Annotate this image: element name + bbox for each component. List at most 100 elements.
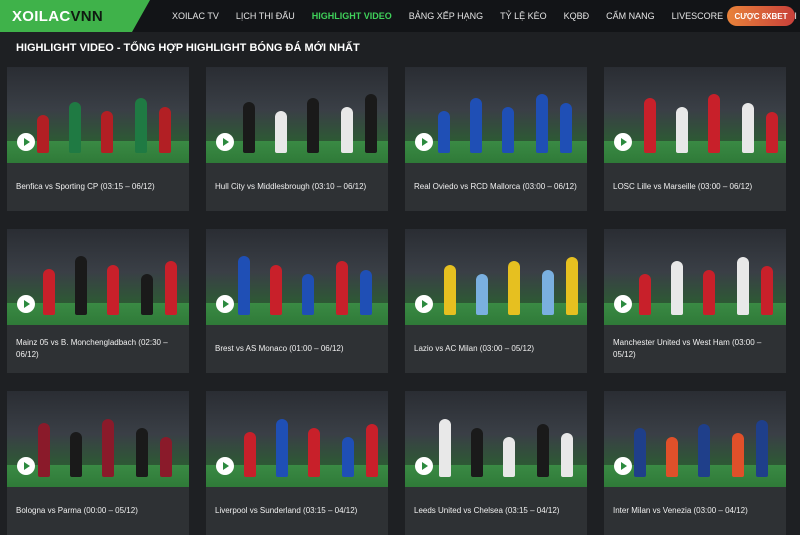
player-figure [244,432,256,477]
player-figure [275,111,287,153]
play-icon[interactable] [415,457,433,475]
play-icon[interactable] [415,133,433,151]
player-figure [365,94,377,153]
player-figure [107,265,119,315]
player-figure [307,98,319,153]
video-title[interactable]: Benfica vs Sporting CP (03:15 – 06/12) [16,163,181,211]
video-card[interactable]: Brest vs AS Monaco (01:00 – 06/12) [206,229,388,373]
play-icon[interactable] [216,457,234,475]
player-figure [238,256,250,315]
player-figure [644,98,656,153]
player-figure [165,261,177,315]
logo-text-secondary: VNN [70,7,104,25]
video-title[interactable]: Mainz 05 vs B. Monchengladbach (02:30 – … [16,325,181,373]
video-title[interactable]: LOSC Lille vs Marseille (03:00 – 06/12) [613,163,778,211]
video-title[interactable]: Hull City vs Middlesbrough (03:10 – 06/1… [215,163,380,211]
player-figure [135,98,147,153]
player-figure [243,102,255,153]
play-icon[interactable] [17,133,35,151]
video-thumbnail[interactable] [405,67,587,163]
player-figure [761,266,773,315]
nav-item[interactable]: BẢNG XẾP HẠNG [409,11,483,21]
video-thumbnail[interactable] [206,391,388,487]
nav-item[interactable]: LIVESCORE [672,11,724,21]
video-card[interactable]: Leeds United vs Chelsea (03:15 – 04/12) [405,391,587,535]
video-card[interactable]: Liverpool vs Sunderland (03:15 – 04/12) [206,391,388,535]
player-figure [366,424,378,477]
video-thumbnail[interactable] [7,391,189,487]
player-figure [438,111,450,153]
player-figure [276,419,288,477]
video-title[interactable]: Manchester United vs West Ham (03:00 – 0… [613,325,778,373]
player-figure [102,419,114,477]
video-title[interactable]: Inter Milan vs Venezia (03:00 – 04/12) [613,487,778,535]
nav-item[interactable]: TỶ LỆ KÈO [500,11,547,21]
player-figure [737,257,749,315]
video-card[interactable]: LOSC Lille vs Marseille (03:00 – 06/12) [604,67,786,211]
player-figure [439,419,451,477]
video-card[interactable]: Real Oviedo vs RCD Mallorca (03:00 – 06/… [405,67,587,211]
player-figure [75,256,87,315]
player-figure [537,424,549,477]
play-icon[interactable] [614,457,632,475]
player-figure [302,274,314,315]
video-card[interactable]: Hull City vs Middlesbrough (03:10 – 06/1… [206,67,388,211]
player-figure [471,428,483,477]
video-thumbnail[interactable] [7,67,189,163]
play-icon[interactable] [216,295,234,313]
play-icon[interactable] [216,133,234,151]
nav-item[interactable]: LỊCH THI ĐẤU [236,11,295,21]
play-icon[interactable] [614,133,632,151]
video-card[interactable]: Benfica vs Sporting CP (03:15 – 06/12) [7,67,189,211]
player-figure [37,115,49,153]
video-title[interactable]: Lazio vs AC Milan (03:00 – 05/12) [414,325,579,373]
player-figure [742,103,754,153]
player-figure [676,107,688,153]
player-figure [561,433,573,477]
video-thumbnail[interactable] [405,391,587,487]
video-thumbnail[interactable] [604,391,786,487]
video-card[interactable]: Mainz 05 vs B. Monchengladbach (02:30 – … [7,229,189,373]
nav-item[interactable]: CẨM NANG [606,11,655,21]
player-figure [476,274,488,315]
video-card[interactable]: Inter Milan vs Venezia (03:00 – 04/12) [604,391,786,535]
video-title[interactable]: Bologna vs Parma (00:00 – 05/12) [16,487,181,535]
video-card[interactable]: Manchester United vs West Ham (03:00 – 0… [604,229,786,373]
player-figure [70,432,82,477]
video-thumbnail[interactable] [405,229,587,325]
video-thumbnail[interactable] [206,67,388,163]
player-figure [708,94,720,153]
player-figure [566,257,578,315]
video-card[interactable]: Bologna vs Parma (00:00 – 05/12) [7,391,189,535]
player-figure [101,111,113,153]
player-figure [38,423,50,477]
player-figure [336,261,348,315]
site-logo[interactable]: XOILAC VNN [0,0,150,32]
video-title[interactable]: Liverpool vs Sunderland (03:15 – 04/12) [215,487,380,535]
video-thumbnail[interactable] [604,229,786,325]
player-figure [160,437,172,477]
play-icon[interactable] [17,295,35,313]
nav-item[interactable]: XOILAC TV [172,11,219,21]
bet-button[interactable]: CƯỢC 8XBET [727,6,795,26]
video-title[interactable]: Brest vs AS Monaco (01:00 – 06/12) [215,325,380,373]
video-thumbnail[interactable] [7,229,189,325]
player-figure [703,270,715,315]
play-icon[interactable] [17,457,35,475]
main-menu: XOILAC TV LỊCH THI ĐẤU HIGHLIGHT VIDEO BẢNG… [172,0,800,32]
nav-item[interactable]: HIGHLIGHT VIDEO [312,11,392,21]
video-card[interactable]: Lazio vs AC Milan (03:00 – 05/12) [405,229,587,373]
player-figure [341,107,353,153]
player-figure [69,102,81,153]
play-icon[interactable] [415,295,433,313]
video-title[interactable]: Real Oviedo vs RCD Mallorca (03:00 – 06/… [414,163,579,211]
player-figure [444,265,456,315]
play-icon[interactable] [614,295,632,313]
video-title[interactable]: Leeds United vs Chelsea (03:15 – 04/12) [414,487,579,535]
video-thumbnail[interactable] [206,229,388,325]
video-thumbnail[interactable] [604,67,786,163]
nav-item[interactable]: KQBĐ [564,11,590,21]
player-figure [634,428,646,477]
player-figure [639,274,651,315]
top-navigation-bar: XOILAC VNN XOILAC TV LỊCH THI ĐẤU HIGHLIGH… [0,0,800,32]
